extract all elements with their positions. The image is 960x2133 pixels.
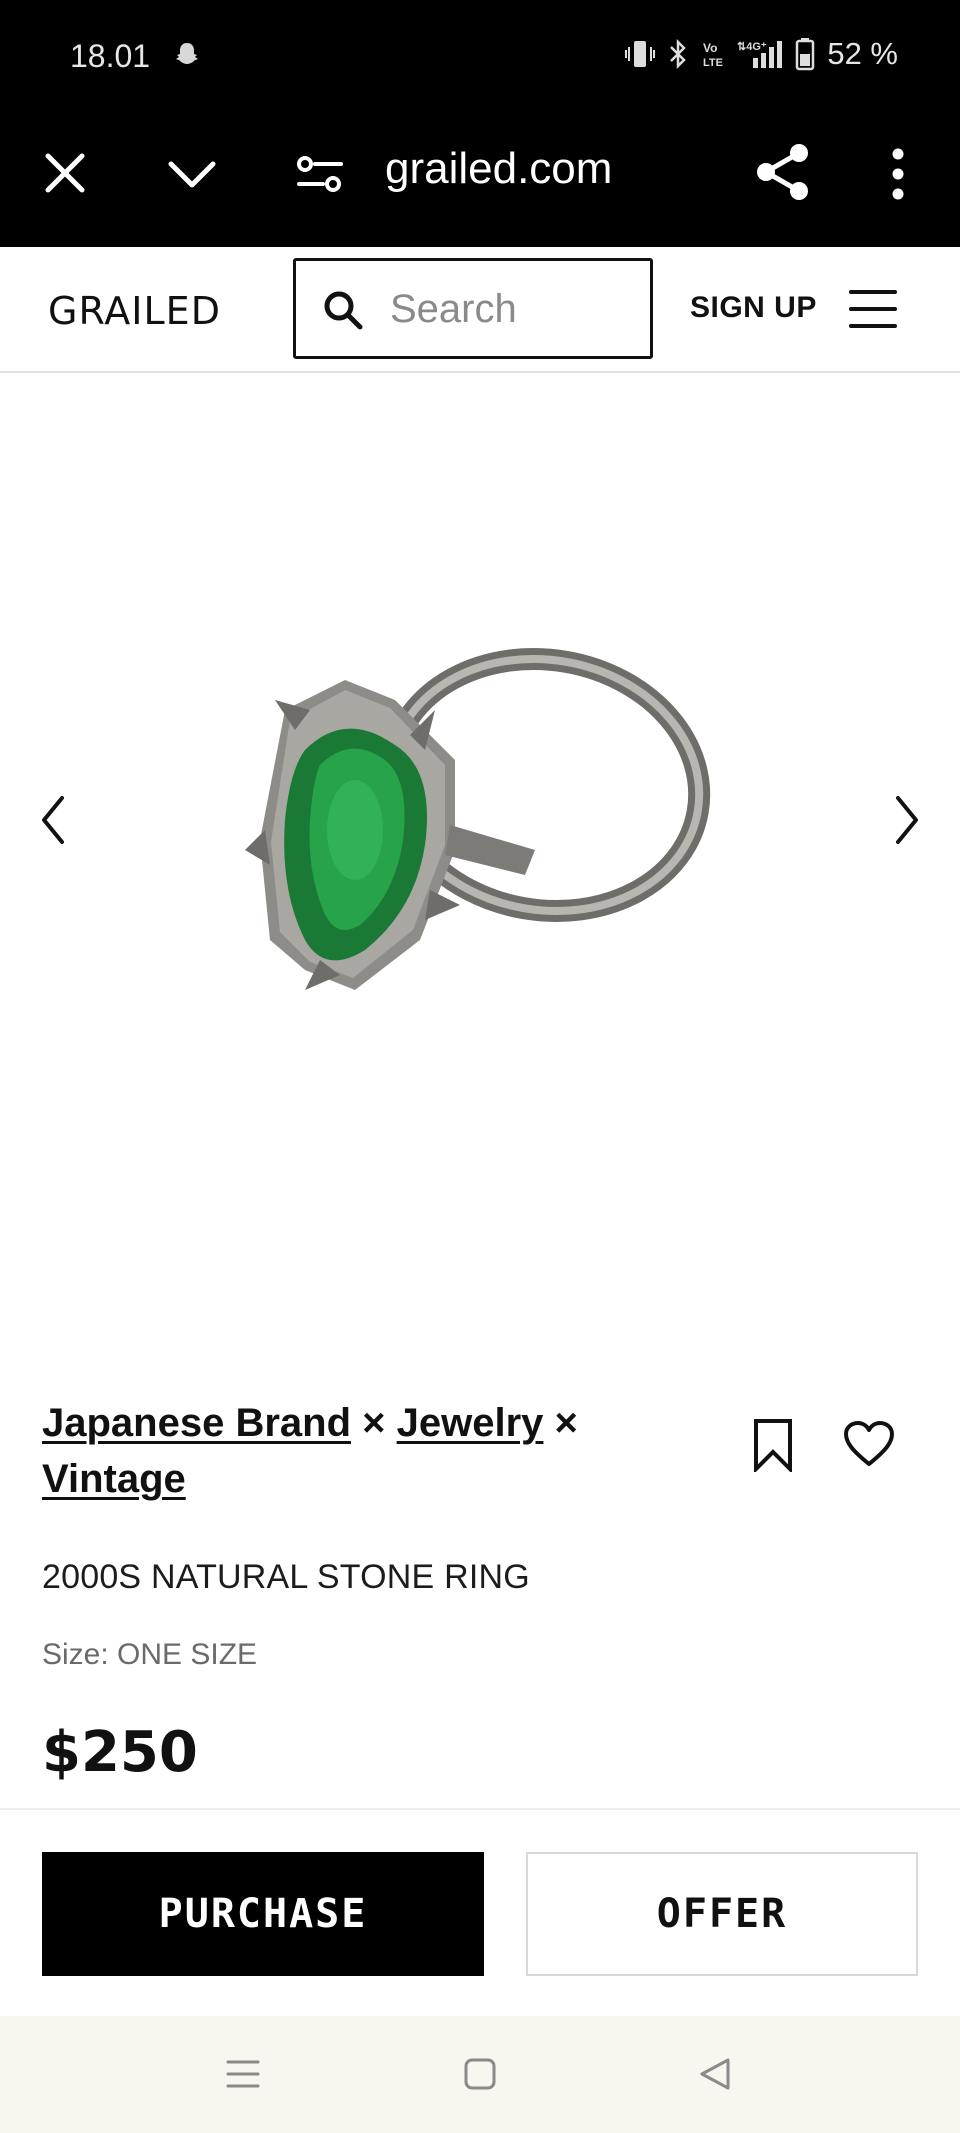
purchase-button[interactable]: PURCHASE	[42, 1852, 484, 1976]
share-icon[interactable]	[755, 142, 811, 202]
designer-separator: ×	[362, 1401, 386, 1445]
designer-separator: ×	[554, 1401, 578, 1445]
product-title: 2000S NATURAL STONE RING	[42, 1558, 530, 1596]
snapchat-ghost-icon	[176, 43, 198, 64]
back-icon[interactable]	[697, 2056, 733, 2092]
offer-button[interactable]: OFFER	[526, 1852, 918, 1976]
designer-link-japanese-brand[interactable]: Japanese Brand	[42, 1401, 351, 1445]
search-icon	[324, 291, 363, 330]
product-gallery[interactable]	[0, 375, 960, 1375]
volte-icon: Vo LTE	[703, 41, 723, 69]
android-nav-bar	[0, 2016, 960, 2133]
search-input[interactable]	[390, 281, 640, 337]
recents-icon[interactable]	[225, 2056, 261, 2092]
chevron-right-icon[interactable]	[892, 793, 922, 847]
home-icon[interactable]	[463, 2056, 497, 2092]
tune-icon[interactable]	[295, 150, 345, 200]
designer-link-vintage[interactable]: Vintage	[42, 1457, 186, 1501]
product-image	[245, 647, 711, 990]
battery-percent: 52 %	[827, 36, 898, 71]
bookmark-icon[interactable]	[752, 1418, 794, 1472]
product-size: Size: ONE SIZE	[42, 1638, 258, 1671]
battery-icon	[796, 38, 815, 71]
sign-up-link[interactable]: SIGN UP	[690, 291, 817, 325]
heart-icon[interactable]	[843, 1420, 895, 1468]
svg-text:⇅4G⁺: ⇅4G⁺	[737, 41, 767, 53]
search-box[interactable]	[293, 258, 653, 359]
more-vert-icon[interactable]	[880, 146, 916, 202]
designer-links: Japanese Brand × Jewelry × Vintage	[42, 1395, 662, 1507]
vibrate-icon	[625, 41, 656, 67]
purchase-action-bar: PURCHASE OFFER	[0, 1808, 960, 2016]
designer-link-jewelry[interactable]: Jewelry	[397, 1401, 544, 1445]
url-field[interactable]: grailed.com	[385, 144, 612, 194]
4g-signal-icon: ⇅4G⁺	[737, 41, 783, 68]
browser-toolbar: grailed.com	[0, 110, 960, 247]
grailed-logo[interactable]: GRAILED	[48, 289, 221, 333]
close-icon[interactable]	[40, 148, 90, 198]
chevron-down-icon[interactable]	[165, 150, 219, 200]
svg-text:Vo: Vo	[703, 41, 717, 55]
menu-icon[interactable]	[848, 287, 898, 331]
svg-text:LTE: LTE	[703, 57, 723, 69]
site-header: GRAILED SIGN UP	[0, 247, 960, 373]
bluetooth-icon	[670, 38, 687, 70]
status-time: 18.01	[70, 38, 151, 74]
product-price: $250	[42, 1720, 198, 1785]
chevron-left-icon[interactable]	[38, 793, 68, 847]
status-bar: 18.01 Vo LTE ⇅4G⁺ 52 %	[0, 0, 960, 110]
status-icons: Vo LTE ⇅4G⁺ 52 %	[625, 36, 898, 72]
